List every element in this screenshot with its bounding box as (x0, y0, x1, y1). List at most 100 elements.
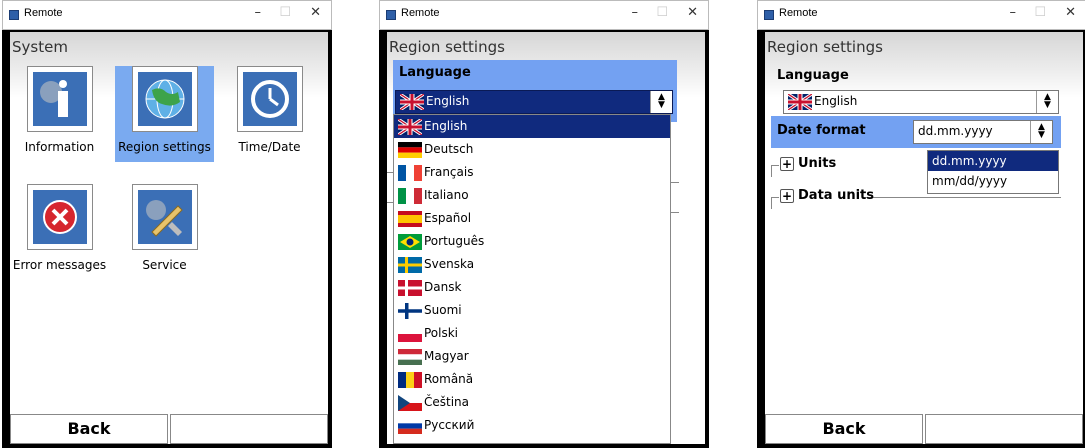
wrench-icon (131, 184, 198, 250)
language-panel: Language English ▲ ▼ (393, 60, 677, 122)
softkey-right-button[interactable] (170, 414, 328, 444)
date-format-select[interactable]: dd.mm.yyyy ▲ ▼ (913, 120, 1053, 144)
date-format-row: Date format dd.mm.yyyy ▲ ▼ (771, 116, 1061, 148)
data-units-label: Data units (798, 188, 874, 203)
language-option[interactable]: Suomi (394, 299, 670, 322)
language-option-label: Italiano (424, 188, 469, 202)
language-option[interactable]: Русский (394, 414, 670, 437)
language-option-label: Čeština (424, 395, 470, 409)
close-button[interactable]: ✕ (1065, 5, 1076, 20)
language-option-label: Română (424, 372, 474, 386)
brazil-flag-icon (398, 234, 422, 250)
language-option[interactable]: Français (394, 161, 670, 184)
title-bar: Remote – ☐ ✕ (379, 0, 709, 30)
russia-flag-icon (398, 418, 422, 434)
language-option[interactable]: English (394, 115, 670, 138)
language-option-label: Dansk (424, 280, 462, 294)
language-option[interactable]: Deutsch (394, 138, 670, 161)
date-format-label: Date format (777, 123, 866, 138)
remote-window-system: Remote – ☐ ✕ System Information Region s… (2, 0, 332, 448)
language-option-label: Deutsch (424, 142, 474, 156)
language-option-label: Suomi (424, 303, 462, 317)
window-title: Remote (779, 7, 818, 19)
tile-region-settings[interactable]: Region settings (115, 66, 214, 162)
date-format-option[interactable]: dd.mm.yyyy (928, 151, 1058, 171)
denmark-flag-icon (398, 280, 422, 296)
language-option[interactable]: Español (394, 207, 670, 230)
romania-flag-icon (398, 372, 422, 388)
tile-label: Region settings (118, 140, 211, 154)
softkey-right-button[interactable] (925, 414, 1083, 444)
softkey-bar: Back (10, 414, 328, 444)
germany-flag-icon (398, 142, 422, 158)
close-button[interactable]: ✕ (687, 5, 698, 20)
device-screen: System Information Region settings Time/… (10, 32, 328, 444)
updown-arrow-icon: ▲ ▼ (1036, 91, 1058, 113)
title-bar: Remote – ☐ ✕ (2, 0, 332, 30)
tile-time-date[interactable]: Time/Date (220, 66, 319, 158)
group-frame (771, 197, 779, 209)
language-option[interactable]: Čeština (394, 391, 670, 414)
globe-icon (131, 66, 198, 132)
poland-flag-icon (398, 326, 422, 342)
maximize-button[interactable]: ☐ (279, 5, 291, 20)
back-button[interactable]: Back (10, 414, 168, 444)
tile-service[interactable]: Service (115, 184, 214, 276)
device-screen: Region settings Language English ▲ ▼ Eng… (387, 32, 705, 444)
tile-label: Information (24, 140, 95, 154)
language-option-label: Magyar (424, 349, 469, 363)
language-option[interactable]: Svenska (394, 253, 670, 276)
app-icon (9, 10, 19, 20)
language-option[interactable]: Português (394, 230, 670, 253)
date-format-value: dd.mm.yyyy (918, 124, 993, 138)
minimize-button[interactable]: – (255, 5, 262, 20)
uk-flag-icon (400, 94, 424, 110)
updown-arrow-icon: ▲ ▼ (1030, 121, 1052, 143)
page-title: Region settings (767, 38, 883, 56)
language-option-label: Español (424, 211, 472, 225)
window-title: Remote (401, 7, 440, 19)
czech-flag-icon (398, 395, 422, 411)
remote-window-date-format: Remote – ☐ ✕ Region settings Language En… (757, 0, 1085, 448)
language-value: English (426, 94, 470, 108)
language-option[interactable]: Magyar (394, 345, 670, 368)
language-label: Language (777, 68, 849, 83)
hungary-flag-icon (398, 349, 422, 365)
error-icon (26, 184, 93, 250)
minimize-button[interactable]: – (1010, 5, 1017, 20)
language-label: Language (399, 65, 471, 80)
expand-plus-icon[interactable]: + (780, 189, 794, 203)
spain-flag-icon (398, 211, 422, 227)
clock-icon (236, 66, 303, 132)
date-format-option[interactable]: mm/dd/yyyy (928, 171, 1058, 191)
language-option[interactable]: Română (394, 368, 670, 391)
language-option-label: Polski (424, 326, 459, 340)
tile-error-messages[interactable]: Error messages (10, 184, 109, 276)
language-option-label: Svenska (424, 257, 475, 271)
softkey-bar: Back (765, 414, 1083, 444)
language-option[interactable]: Italiano (394, 184, 670, 207)
language-dropdown-list: English Deutsch Français Italiano Españo… (393, 114, 671, 444)
minimize-button[interactable]: – (632, 5, 639, 20)
information-icon (26, 66, 93, 132)
close-button[interactable]: ✕ (310, 5, 321, 20)
tile-label: Error messages (12, 258, 107, 272)
back-button[interactable]: Back (765, 414, 923, 444)
language-value: English (814, 94, 858, 108)
sweden-flag-icon (398, 257, 422, 273)
maximize-button[interactable]: ☐ (1034, 5, 1046, 20)
language-select[interactable]: English ▲ ▼ (783, 90, 1059, 114)
language-select[interactable]: English ▲ ▼ (395, 90, 673, 114)
language-option-label: Français (424, 165, 474, 179)
tile-information[interactable]: Information (10, 66, 109, 158)
tile-label: Time/Date (238, 140, 301, 154)
language-option[interactable]: Dansk (394, 276, 670, 299)
device-screen: Region settings Language English ▲ ▼ Date… (765, 32, 1083, 444)
app-icon (386, 10, 396, 20)
maximize-button[interactable]: ☐ (656, 5, 668, 20)
title-bar: Remote – ☐ ✕ (757, 0, 1085, 30)
units-label: Units (798, 156, 837, 171)
language-option[interactable]: Polski (394, 322, 670, 345)
expand-plus-icon[interactable]: + (780, 157, 794, 171)
window-title: Remote (24, 7, 63, 19)
